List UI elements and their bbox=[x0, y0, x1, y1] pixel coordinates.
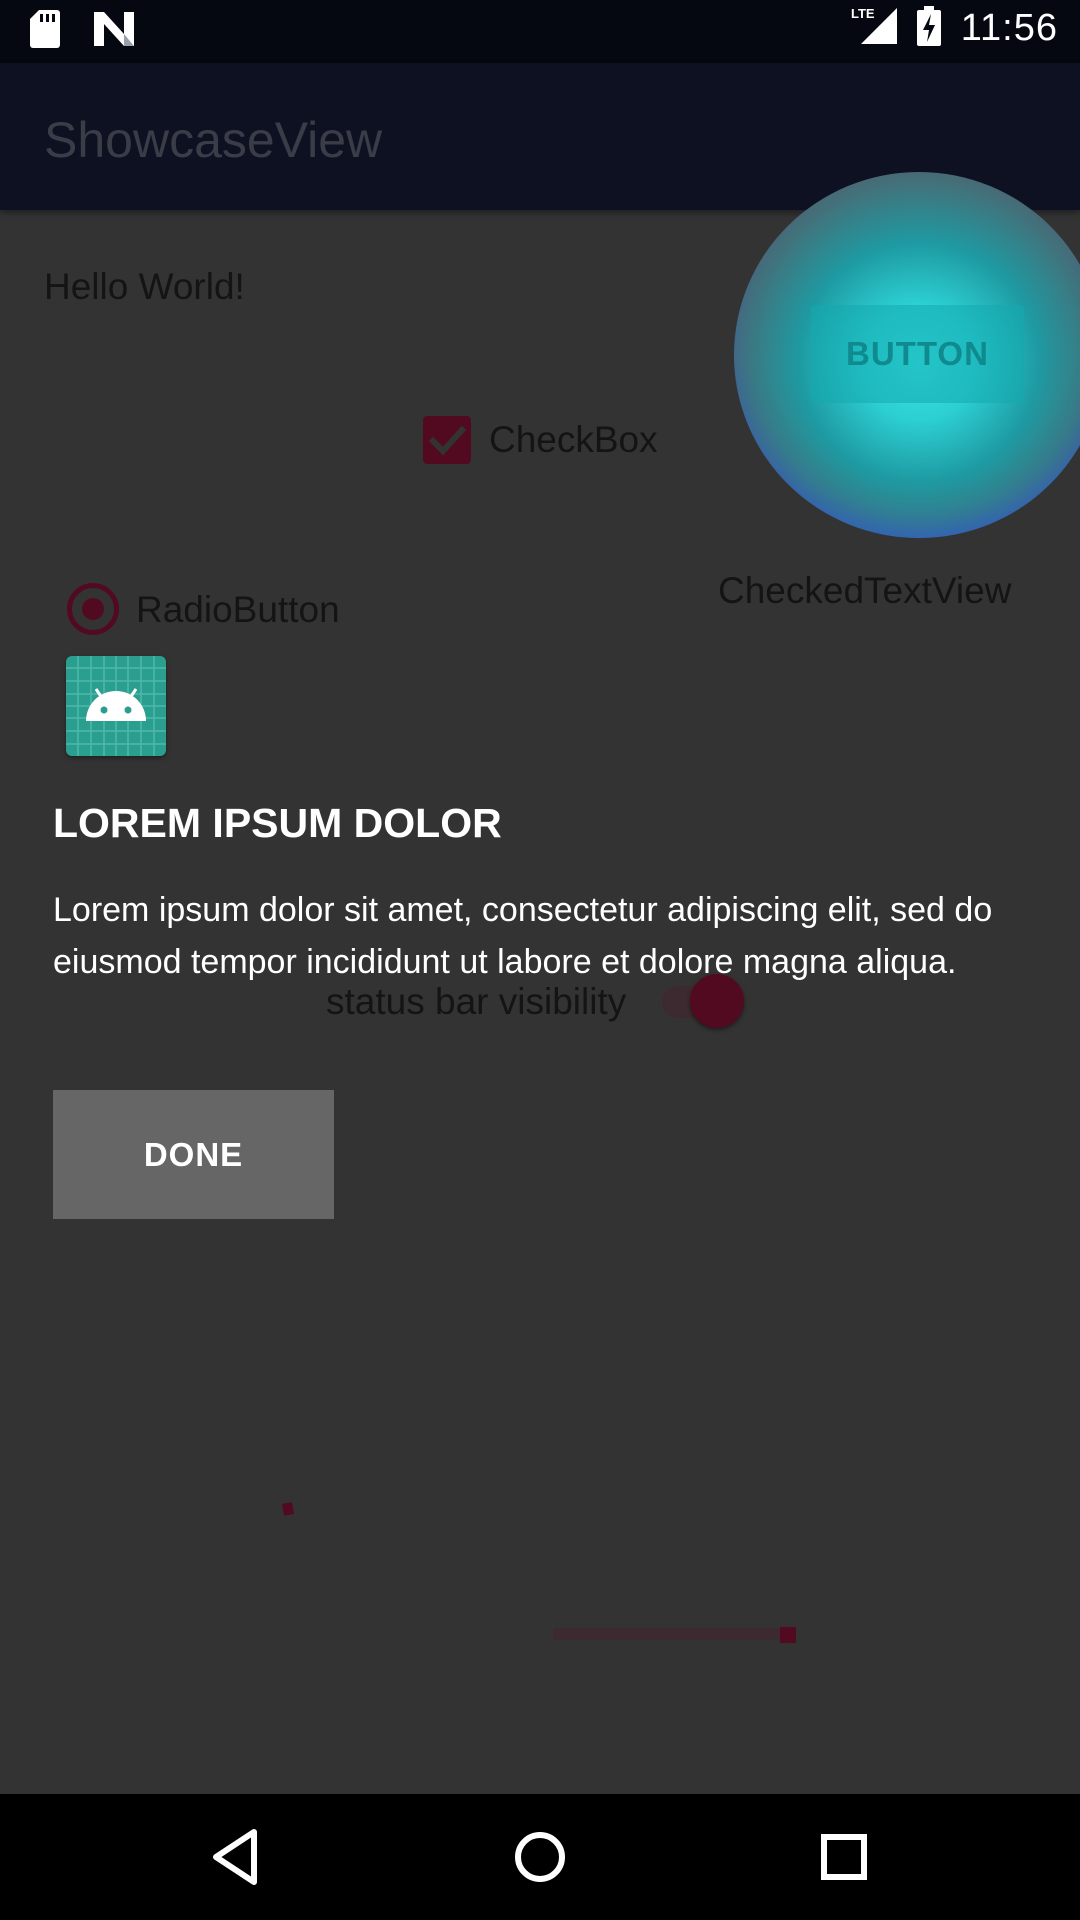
status-bar: LTE 11:56 bbox=[0, 0, 1080, 63]
sd-card-icon bbox=[30, 10, 60, 53]
app-title: ShowcaseView bbox=[44, 112, 383, 168]
home-icon[interactable] bbox=[507, 1824, 573, 1890]
check-icon bbox=[428, 425, 467, 456]
back-icon[interactable] bbox=[204, 1824, 270, 1890]
checkbox[interactable] bbox=[423, 416, 471, 464]
n-logo-icon bbox=[94, 12, 134, 51]
radio-button[interactable] bbox=[67, 583, 119, 635]
clock: 11:56 bbox=[960, 7, 1058, 49]
radio-button-label[interactable]: RadioButton bbox=[136, 589, 340, 631]
radio-dot bbox=[82, 598, 104, 620]
checked-text-view[interactable]: CheckedTextView bbox=[718, 570, 1011, 612]
svg-text:LTE: LTE bbox=[851, 6, 875, 21]
showcase-title: LOREM IPSUM DOLOR bbox=[53, 800, 502, 846]
recents-icon[interactable] bbox=[811, 1824, 877, 1890]
battery-charging-icon bbox=[916, 6, 941, 51]
seekbar-thumb[interactable] bbox=[780, 1627, 796, 1643]
progress-indicator bbox=[282, 1502, 294, 1516]
hello-world-text: Hello World! bbox=[44, 266, 245, 307]
done-button[interactable]: DONE bbox=[53, 1090, 334, 1219]
navigation-bar bbox=[0, 1794, 1080, 1920]
showcase-body: Lorem ipsum dolor sit amet, consectetur … bbox=[53, 891, 993, 981]
highlighted-button[interactable]: BUTTON bbox=[811, 305, 1024, 403]
android-app-icon bbox=[66, 656, 166, 756]
screen: LTE 11:56 ShowcaseView Hello World! Chec… bbox=[0, 0, 1080, 1920]
seekbar-track[interactable] bbox=[553, 1628, 781, 1640]
checkbox-label[interactable]: CheckBox bbox=[489, 419, 658, 461]
lte-signal-icon: LTE bbox=[851, 6, 897, 51]
